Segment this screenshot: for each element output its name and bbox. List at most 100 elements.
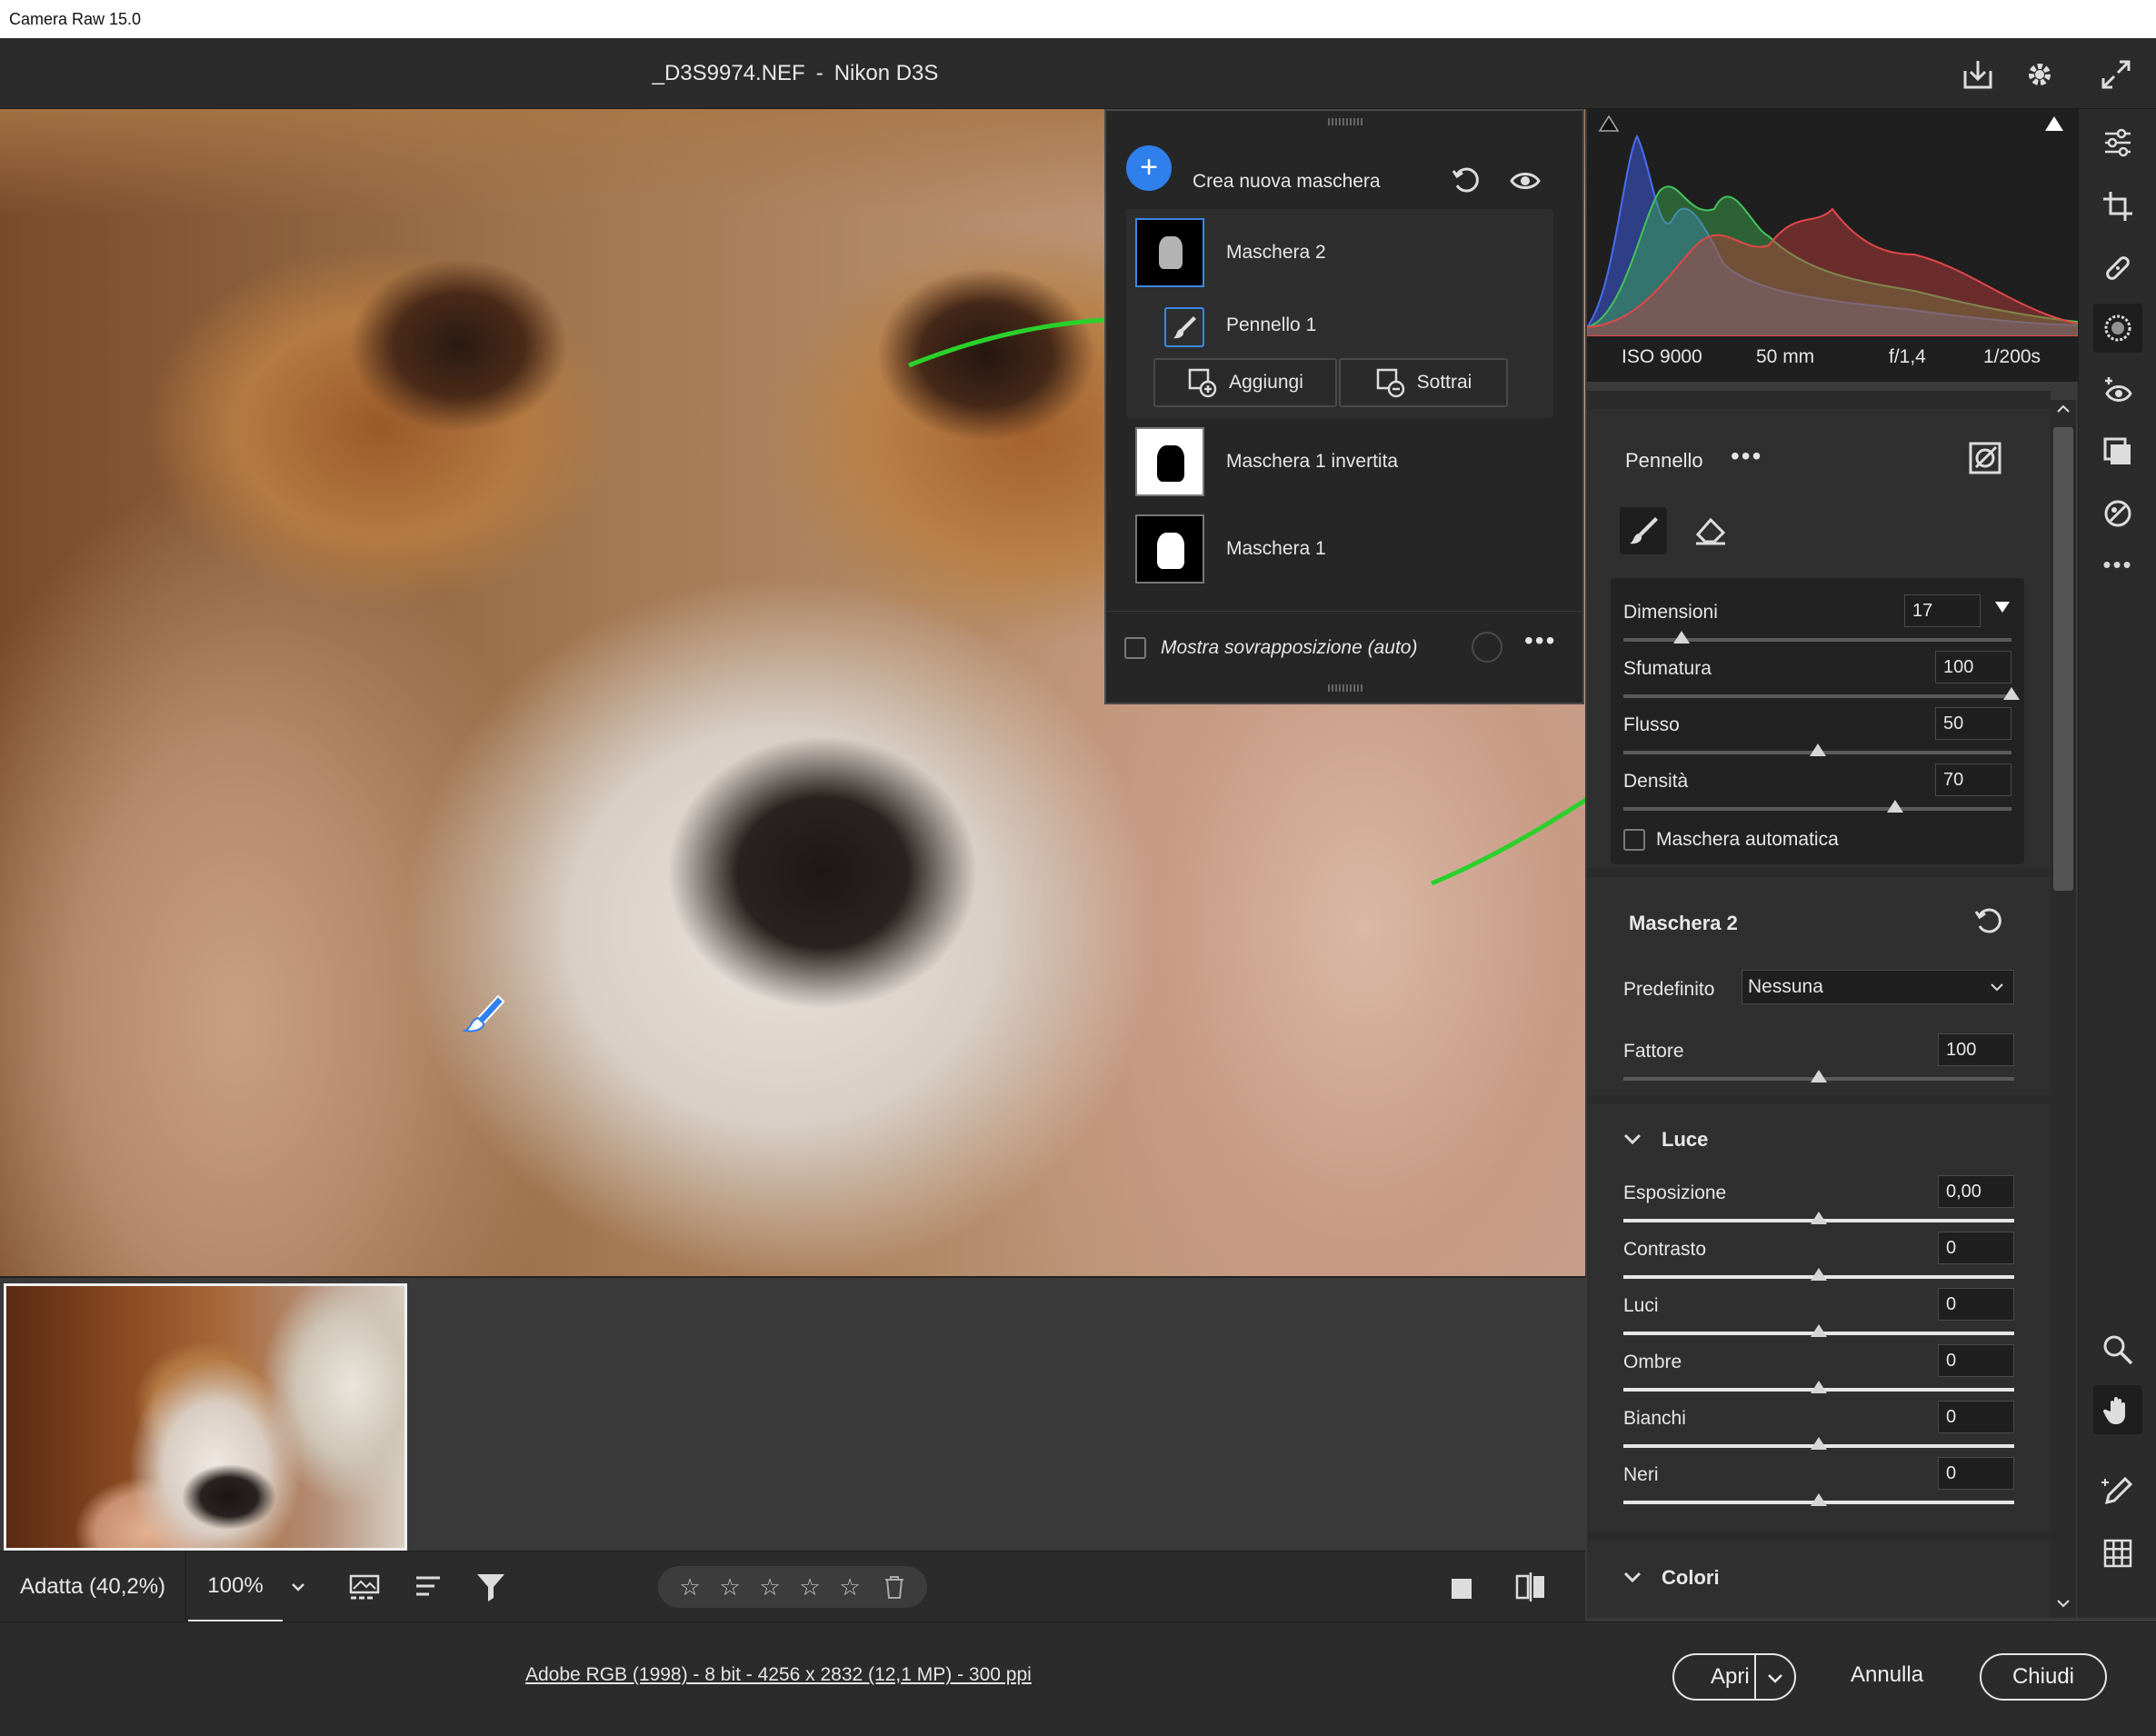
edit-sliders-icon[interactable] <box>2093 118 2142 167</box>
star-2[interactable]: ☆ <box>716 1573 744 1601</box>
amount-value-input[interactable]: 100 <box>1938 1033 2014 1066</box>
slider-amount[interactable]: Fattore 100 <box>1587 1032 2051 1088</box>
slider-whites[interactable]: Bianchi 0 <box>1587 1399 2051 1455</box>
slider-size[interactable]: Dimensioni 17 <box>1611 593 2024 649</box>
star-1[interactable]: ☆ <box>676 1573 704 1601</box>
gear-icon[interactable] <box>2020 55 2060 95</box>
shadows-value-input[interactable]: 0 <box>1938 1344 2014 1377</box>
filter-icon[interactable] <box>471 1567 511 1607</box>
close-button[interactable]: Chiudi <box>1980 1653 2107 1701</box>
overlay-checkbox[interactable] <box>1124 637 1146 659</box>
save-download-icon[interactable] <box>1958 55 1998 95</box>
view-mode-icon[interactable] <box>1442 1567 1482 1607</box>
slider-track[interactable] <box>1623 807 2011 811</box>
mask2-thumbnail[interactable] <box>1135 218 1204 287</box>
density-value-input[interactable]: 70 <box>1935 763 2011 796</box>
flow-value-input[interactable]: 50 <box>1935 707 2011 740</box>
presets-icon[interactable] <box>2093 427 2142 476</box>
chevron-down-icon[interactable] <box>1622 1566 1643 1588</box>
brush-tool-icon[interactable] <box>1620 507 1667 554</box>
more-options-icon[interactable]: ••• <box>1524 626 1556 655</box>
slider-knob[interactable] <box>1809 743 1826 756</box>
subtract-button[interactable]: Sottrai <box>1339 358 1508 407</box>
scroll-thumb[interactable] <box>2053 427 2073 891</box>
brush-more-icon[interactable]: ••• <box>1731 442 1762 471</box>
slider-knob[interactable] <box>1886 800 1903 813</box>
mask-item-label[interactable]: Maschera 1 <box>1226 538 1326 560</box>
slider-knob[interactable] <box>1811 1268 1827 1281</box>
workflow-options-link[interactable]: Adobe RGB (1998) - 8 bit - 4256 x 2832 (… <box>525 1664 1032 1686</box>
brush-item-label[interactable]: Pennello 1 <box>1226 314 1316 336</box>
color-sampler-icon[interactable] <box>2093 1467 2142 1516</box>
grid-icon[interactable] <box>2093 1529 2142 1578</box>
panel-grip-bottom[interactable] <box>1328 684 1364 692</box>
zoom-100-button[interactable]: 100% <box>188 1551 283 1622</box>
mask-item-label[interactable]: Maschera 1 invertita <box>1226 451 1398 473</box>
star-5[interactable]: ☆ <box>836 1573 863 1601</box>
shadow-clipping-icon[interactable] <box>1596 113 1622 135</box>
hand-icon[interactable] <box>2093 1385 2142 1434</box>
reset-icon[interactable] <box>1450 164 1482 196</box>
auto-mask-checkbox[interactable] <box>1623 829 1645 851</box>
eraser-icon[interactable] <box>1692 511 1729 547</box>
sort-icon[interactable] <box>409 1567 449 1607</box>
slider-knob[interactable] <box>1811 1070 1827 1083</box>
highlights-value-input[interactable]: 0 <box>1938 1288 2014 1321</box>
healing-icon[interactable] <box>2093 244 2142 293</box>
star-4[interactable]: ☆ <box>796 1573 823 1601</box>
mask1-inverted-thumbnail[interactable] <box>1135 427 1204 496</box>
mask2-reset-icon[interactable] <box>1972 904 2005 937</box>
feather-value-input[interactable]: 100 <box>1935 651 2011 683</box>
filmstrip-view-icon[interactable] <box>345 1567 385 1607</box>
mask1-thumbnail[interactable] <box>1135 514 1204 584</box>
panel-scrollbar[interactable] <box>2051 400 2076 1618</box>
whites-value-input[interactable]: 0 <box>1938 1401 2014 1433</box>
zoom-icon[interactable] <box>2093 1325 2142 1374</box>
scroll-down-icon[interactable] <box>2056 1596 2071 1611</box>
masking-icon[interactable] <box>2093 304 2142 353</box>
zoom-dropdown[interactable] <box>284 1551 312 1622</box>
trash-icon[interactable] <box>883 1574 905 1600</box>
before-after-icon[interactable] <box>1511 1567 1551 1607</box>
slider-shadows[interactable]: Ombre 0 <box>1587 1342 2051 1399</box>
slider-knob[interactable] <box>1811 1437 1827 1450</box>
slider-exposure[interactable]: Esposizione 0,00 <box>1587 1173 2051 1230</box>
panel-grip-top[interactable] <box>1328 118 1364 125</box>
zoom-fit-button[interactable]: Adatta (40,2%) <box>0 1551 186 1622</box>
contrast-value-input[interactable]: 0 <box>1938 1232 2014 1264</box>
crop-icon[interactable] <box>2093 182 2142 231</box>
slider-knob[interactable] <box>1673 631 1691 644</box>
size-value-input[interactable]: 17 <box>1904 594 1981 627</box>
red-eye-icon[interactable] <box>2093 365 2142 414</box>
brush-icon[interactable] <box>1164 307 1204 347</box>
filmstrip-thumbnail[interactable] <box>4 1283 407 1551</box>
slider-knob[interactable] <box>2003 687 2020 700</box>
size-dropdown-icon[interactable] <box>1993 598 2011 616</box>
add-button[interactable]: Aggiungi <box>1153 358 1337 407</box>
slider-knob[interactable] <box>1811 1212 1827 1224</box>
slider-density[interactable]: Densità 70 <box>1611 762 2024 818</box>
brush-overlay-toggle-icon[interactable] <box>1967 440 2003 476</box>
slider-knob[interactable] <box>1811 1493 1827 1506</box>
mask-item-label[interactable]: Maschera 2 <box>1226 242 1326 264</box>
open-options-icon[interactable] <box>1765 1668 1785 1688</box>
chevron-down-icon[interactable] <box>1622 1128 1643 1150</box>
blacks-value-input[interactable]: 0 <box>1938 1457 2014 1490</box>
snapshots-icon[interactable] <box>2093 489 2142 538</box>
overlay-color-swatch[interactable] <box>1472 632 1502 663</box>
slider-contrast[interactable]: Contrasto 0 <box>1587 1230 2051 1286</box>
slider-knob[interactable] <box>1811 1324 1827 1337</box>
eye-icon[interactable] <box>1510 165 1541 196</box>
fullscreen-icon[interactable] <box>2096 55 2136 95</box>
exposure-value-input[interactable]: 0,00 <box>1938 1175 2014 1208</box>
slider-track[interactable] <box>1623 694 2011 698</box>
star-3[interactable]: ☆ <box>756 1573 784 1601</box>
highlight-clipping-icon[interactable] <box>2041 113 2067 135</box>
open-button[interactable]: Apri <box>1672 1653 1796 1701</box>
slider-blacks[interactable]: Neri 0 <box>1587 1455 2051 1512</box>
more-tools-icon[interactable]: ••• <box>2093 540 2142 589</box>
preset-dropdown[interactable]: Nessuna <box>1742 970 2014 1004</box>
slider-highlights[interactable]: Luci 0 <box>1587 1286 2051 1342</box>
light-title[interactable]: Luce <box>1662 1128 1708 1152</box>
slider-feather[interactable]: Sfumatura 100 <box>1611 649 2024 705</box>
